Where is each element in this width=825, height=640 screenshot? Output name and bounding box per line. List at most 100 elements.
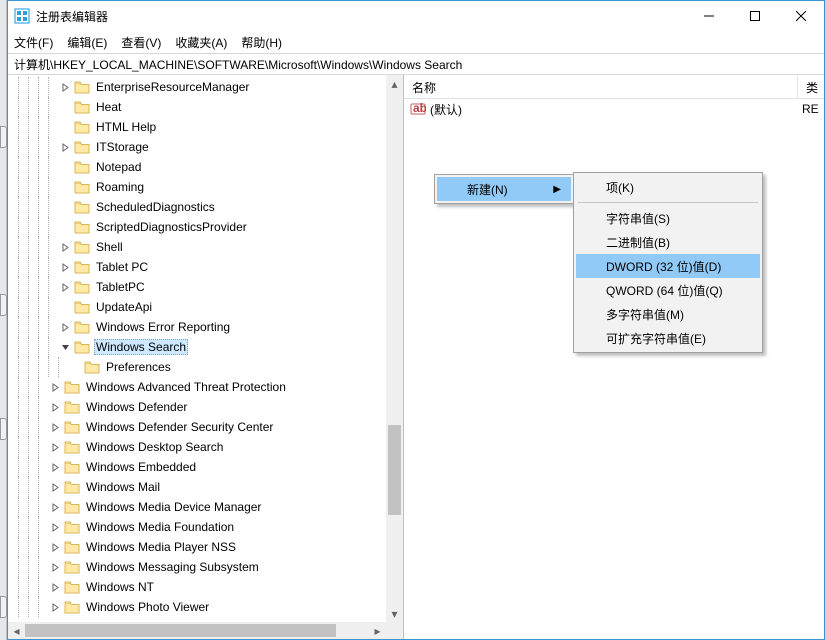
background-tab [0,294,7,316]
expand-icon[interactable] [58,260,72,274]
no-expand-icon [58,120,72,134]
tree-node-label: Notepad [94,159,143,175]
tree-node[interactable]: Windows Media Foundation [8,517,386,537]
tree-node[interactable]: Roaming [8,177,386,197]
expand-icon[interactable] [58,140,72,154]
tree-node[interactable]: Windows Defender Security Center [8,417,386,437]
ctx-new-string[interactable]: 字符串值(S) [576,206,760,230]
column-type[interactable]: 类 [798,75,824,98]
menu-edit[interactable]: 编辑(E) [67,34,107,51]
folder-icon [74,300,90,314]
tree-node-label: EnterpriseResourceManager [94,79,251,95]
expand-icon[interactable] [48,520,62,534]
ctx-new-binary[interactable]: 二进制值(B) [576,230,760,254]
folder-icon [64,580,80,594]
title-bar[interactable]: 注册表编辑器 [8,1,824,31]
expand-icon[interactable] [58,80,72,94]
scroll-right-button[interactable]: ▸ [369,622,386,639]
expand-icon[interactable] [48,480,62,494]
list-header[interactable]: 名称 类 [404,75,824,99]
tree-node-label: TabletPC [94,279,147,295]
tree-node[interactable]: Windows Defender [8,397,386,417]
tree-horizontal-scrollbar[interactable]: ◂ ▸ [8,622,386,639]
tree-node-label: Windows Media Foundation [84,519,236,535]
tree-node[interactable]: Windows Embedded [8,457,386,477]
scroll-left-button[interactable]: ◂ [8,622,25,639]
address-bar[interactable]: 计算机\HKEY_LOCAL_MACHINE\SOFTWARE\Microsof… [8,53,824,75]
maximize-button[interactable] [732,1,778,31]
tree-node[interactable]: UpdateApi [8,297,386,317]
tree-node[interactable]: ScriptedDiagnosticsProvider [8,217,386,237]
context-menu: 新建(N) ▶ [434,174,574,204]
collapse-icon[interactable] [58,340,72,354]
tree-node[interactable]: ScheduledDiagnostics [8,197,386,217]
ctx-new[interactable]: 新建(N) ▶ [437,177,571,201]
registry-tree[interactable]: EnterpriseResourceManager HeatHTML HelpIT… [8,75,386,617]
menu-help[interactable]: 帮助(H) [241,34,282,51]
ctx-new-multistring[interactable]: 多字符串值(M) [576,302,760,326]
expand-icon[interactable] [48,440,62,454]
tree-node[interactable]: ITStorage [8,137,386,157]
tree-node[interactable]: Windows Advanced Threat Protection [8,377,386,397]
folder-icon [64,560,80,574]
scrollbar-corner [386,622,403,639]
tree-node[interactable]: Windows Media Device Manager [8,497,386,517]
tree-node[interactable]: HTML Help [8,117,386,137]
no-expand-icon [68,360,82,374]
expand-icon[interactable] [58,240,72,254]
tree-node[interactable]: Windows NT [8,577,386,597]
tree-node[interactable]: Windows Photo Viewer [8,597,386,617]
tree-node[interactable]: Windows Mail [8,477,386,497]
no-expand-icon [58,160,72,174]
scroll-down-button[interactable]: ▾ [386,605,403,622]
tree-node[interactable]: Notepad [8,157,386,177]
folder-icon [64,420,80,434]
column-name[interactable]: 名称 [404,75,798,98]
tree-node-label: Windows Desktop Search [84,439,225,455]
expand-icon[interactable] [48,420,62,434]
tree-node[interactable]: Windows Error Reporting [8,317,386,337]
tree-node[interactable]: Shell [8,237,386,257]
expand-icon[interactable] [58,320,72,334]
tree-node-label: Windows Embedded [84,459,198,475]
ctx-new-dword[interactable]: DWORD (32 位)值(D) [576,254,760,278]
scroll-up-button[interactable]: ▴ [386,75,403,92]
background-tab [0,596,7,618]
expand-icon[interactable] [48,580,62,594]
tree-node[interactable]: EnterpriseResourceManager [8,77,386,97]
menu-view[interactable]: 查看(V) [121,34,161,51]
tree-node[interactable]: Tablet PC [8,257,386,277]
value-list-pane[interactable]: 名称 类 ab (默认) RE 新建(N) ▶ [404,75,824,639]
ctx-new-qword[interactable]: QWORD (64 位)值(Q) [576,278,760,302]
expand-icon[interactable] [48,560,62,574]
tree-node-label: Windows Advanced Threat Protection [84,379,288,395]
tree-vertical-scrollbar[interactable]: ▴ ▾ [386,75,403,622]
ctx-new-label: 新建(N) [467,181,508,198]
close-button[interactable] [778,1,824,31]
expand-icon[interactable] [48,460,62,474]
tree-node[interactable]: Preferences [8,357,386,377]
scroll-thumb[interactable] [388,425,401,515]
tree-node[interactable]: Windows Desktop Search [8,437,386,457]
tree-node[interactable]: Windows Messaging Subsystem [8,557,386,577]
expand-icon[interactable] [48,540,62,554]
tree-node[interactable]: Heat [8,97,386,117]
tree-node[interactable]: Windows Search [8,337,386,357]
tree-node[interactable]: Windows Media Player NSS [8,537,386,557]
expand-icon[interactable] [58,280,72,294]
expand-icon[interactable] [48,600,62,614]
expand-icon[interactable] [48,500,62,514]
expand-icon[interactable] [48,400,62,414]
menu-favorites[interactable]: 收藏夹(A) [175,34,227,51]
client-area: EnterpriseResourceManager HeatHTML HelpIT… [8,75,824,639]
menu-file[interactable]: 文件(F) [14,34,53,51]
minimize-button[interactable] [686,1,732,31]
scroll-thumb[interactable] [25,624,336,637]
tree-node[interactable]: TabletPC [8,277,386,297]
expand-icon[interactable] [48,380,62,394]
ctx-new-expandstring[interactable]: 可扩充字符串值(E) [576,326,760,350]
value-name: (默认) [430,101,462,118]
value-row-default[interactable]: ab (默认) RE [404,99,824,119]
value-type: RE [802,102,824,116]
ctx-new-key[interactable]: 项(K) [576,175,760,199]
